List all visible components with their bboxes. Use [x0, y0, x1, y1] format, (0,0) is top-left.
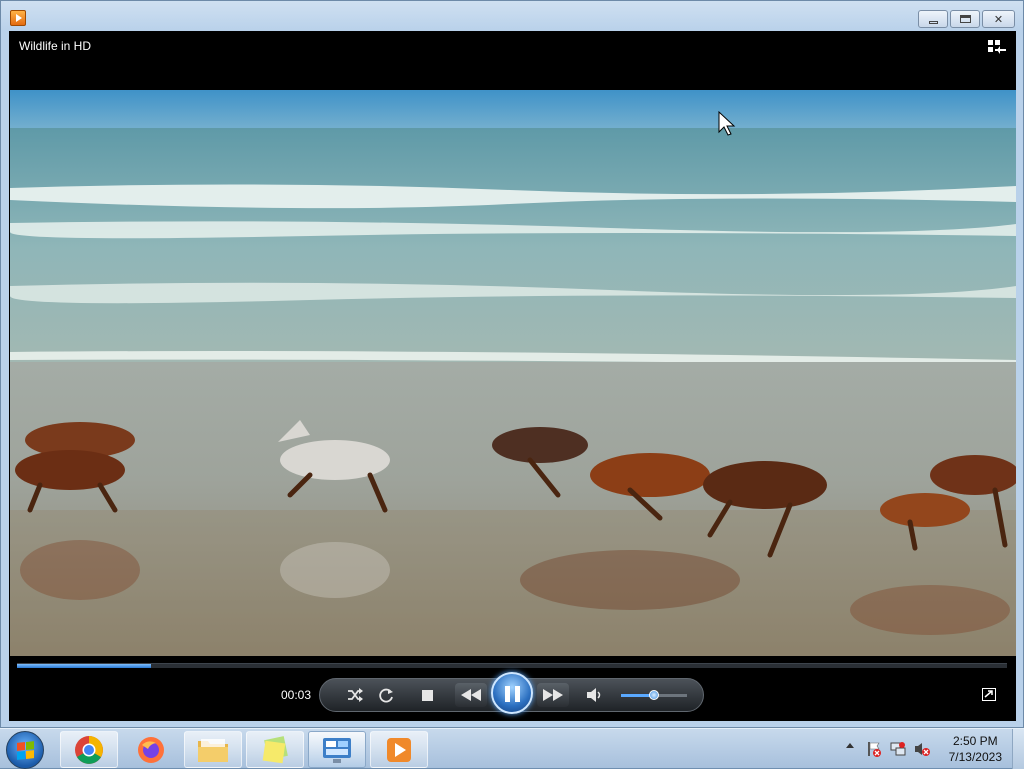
system-clock[interactable]: 2:50 PM 7/13/2023: [949, 733, 1002, 765]
taskbar-control-panel[interactable]: [308, 731, 366, 768]
network-icon[interactable]: [890, 741, 906, 757]
chrome-icon: [75, 735, 103, 764]
media-player-window: ✕ Wildlife in HD 00:03: [0, 0, 1024, 728]
volume-thumb[interactable]: [649, 690, 659, 700]
speaker-icon: [587, 688, 601, 702]
action-center-flag-icon[interactable]: [866, 741, 882, 757]
folder-icon: [198, 738, 228, 762]
title-bar[interactable]: ✕: [1, 1, 1023, 31]
window-controls: ✕: [918, 10, 1015, 28]
show-hidden-icons-button[interactable]: [846, 743, 854, 748]
media-player-icon: [387, 737, 411, 762]
stop-icon: [421, 689, 433, 701]
taskbar-explorer[interactable]: [184, 731, 242, 768]
windows-media-player-icon[interactable]: [10, 10, 26, 26]
maximize-button[interactable]: [950, 10, 980, 28]
rewind-icon: [461, 689, 481, 701]
taskbar: 2:50 PM 7/13/2023: [0, 728, 1024, 769]
repeat-button[interactable]: [376, 685, 396, 705]
maximize-icon: [959, 15, 971, 23]
taskbar-firefox[interactable]: [122, 731, 180, 768]
video-scene: [10, 90, 1016, 656]
fast-forward-icon: [543, 689, 563, 701]
close-button[interactable]: ✕: [982, 10, 1015, 28]
shuffle-icon: [348, 688, 363, 702]
clock-time: 2:50 PM: [952, 734, 998, 748]
repeat-icon: [378, 688, 393, 702]
previous-button[interactable]: [455, 683, 487, 707]
show-desktop-button[interactable]: [1012, 729, 1024, 769]
minimize-icon: [928, 20, 938, 24]
taskbar-media-player[interactable]: [370, 731, 428, 768]
stop-button[interactable]: [417, 685, 437, 705]
windows-start-orb: [17, 741, 34, 760]
volume-muted-icon[interactable]: [914, 741, 930, 757]
minimize-button[interactable]: [918, 10, 948, 28]
fullscreen-icon[interactable]: [982, 688, 996, 701]
start-button[interactable]: [6, 731, 44, 769]
clock-date: 7/13/2023: [948, 750, 1002, 764]
player-area[interactable]: Wildlife in HD 00:03: [9, 31, 1016, 721]
elapsed-time: 00:03: [281, 688, 312, 702]
play-pause-button[interactable]: [491, 672, 533, 714]
taskbar-notes[interactable]: [246, 731, 304, 768]
taskbar-chrome[interactable]: [60, 731, 118, 768]
seek-progress: [17, 664, 151, 668]
shuffle-button[interactable]: [345, 685, 365, 705]
next-button[interactable]: [537, 683, 569, 707]
volume-slider[interactable]: [621, 690, 687, 700]
mute-button[interactable]: [585, 685, 605, 705]
close-icon: ✕: [993, 12, 1004, 26]
switch-to-library-icon[interactable]: [988, 40, 1006, 54]
seek-bar[interactable]: [17, 663, 1007, 668]
sticky-notes-icon: [262, 735, 288, 763]
video-title: Wildlife in HD: [19, 39, 92, 53]
firefox-icon: [138, 736, 164, 763]
control-panel-icon: [323, 737, 351, 763]
video-frame[interactable]: [10, 90, 1016, 656]
